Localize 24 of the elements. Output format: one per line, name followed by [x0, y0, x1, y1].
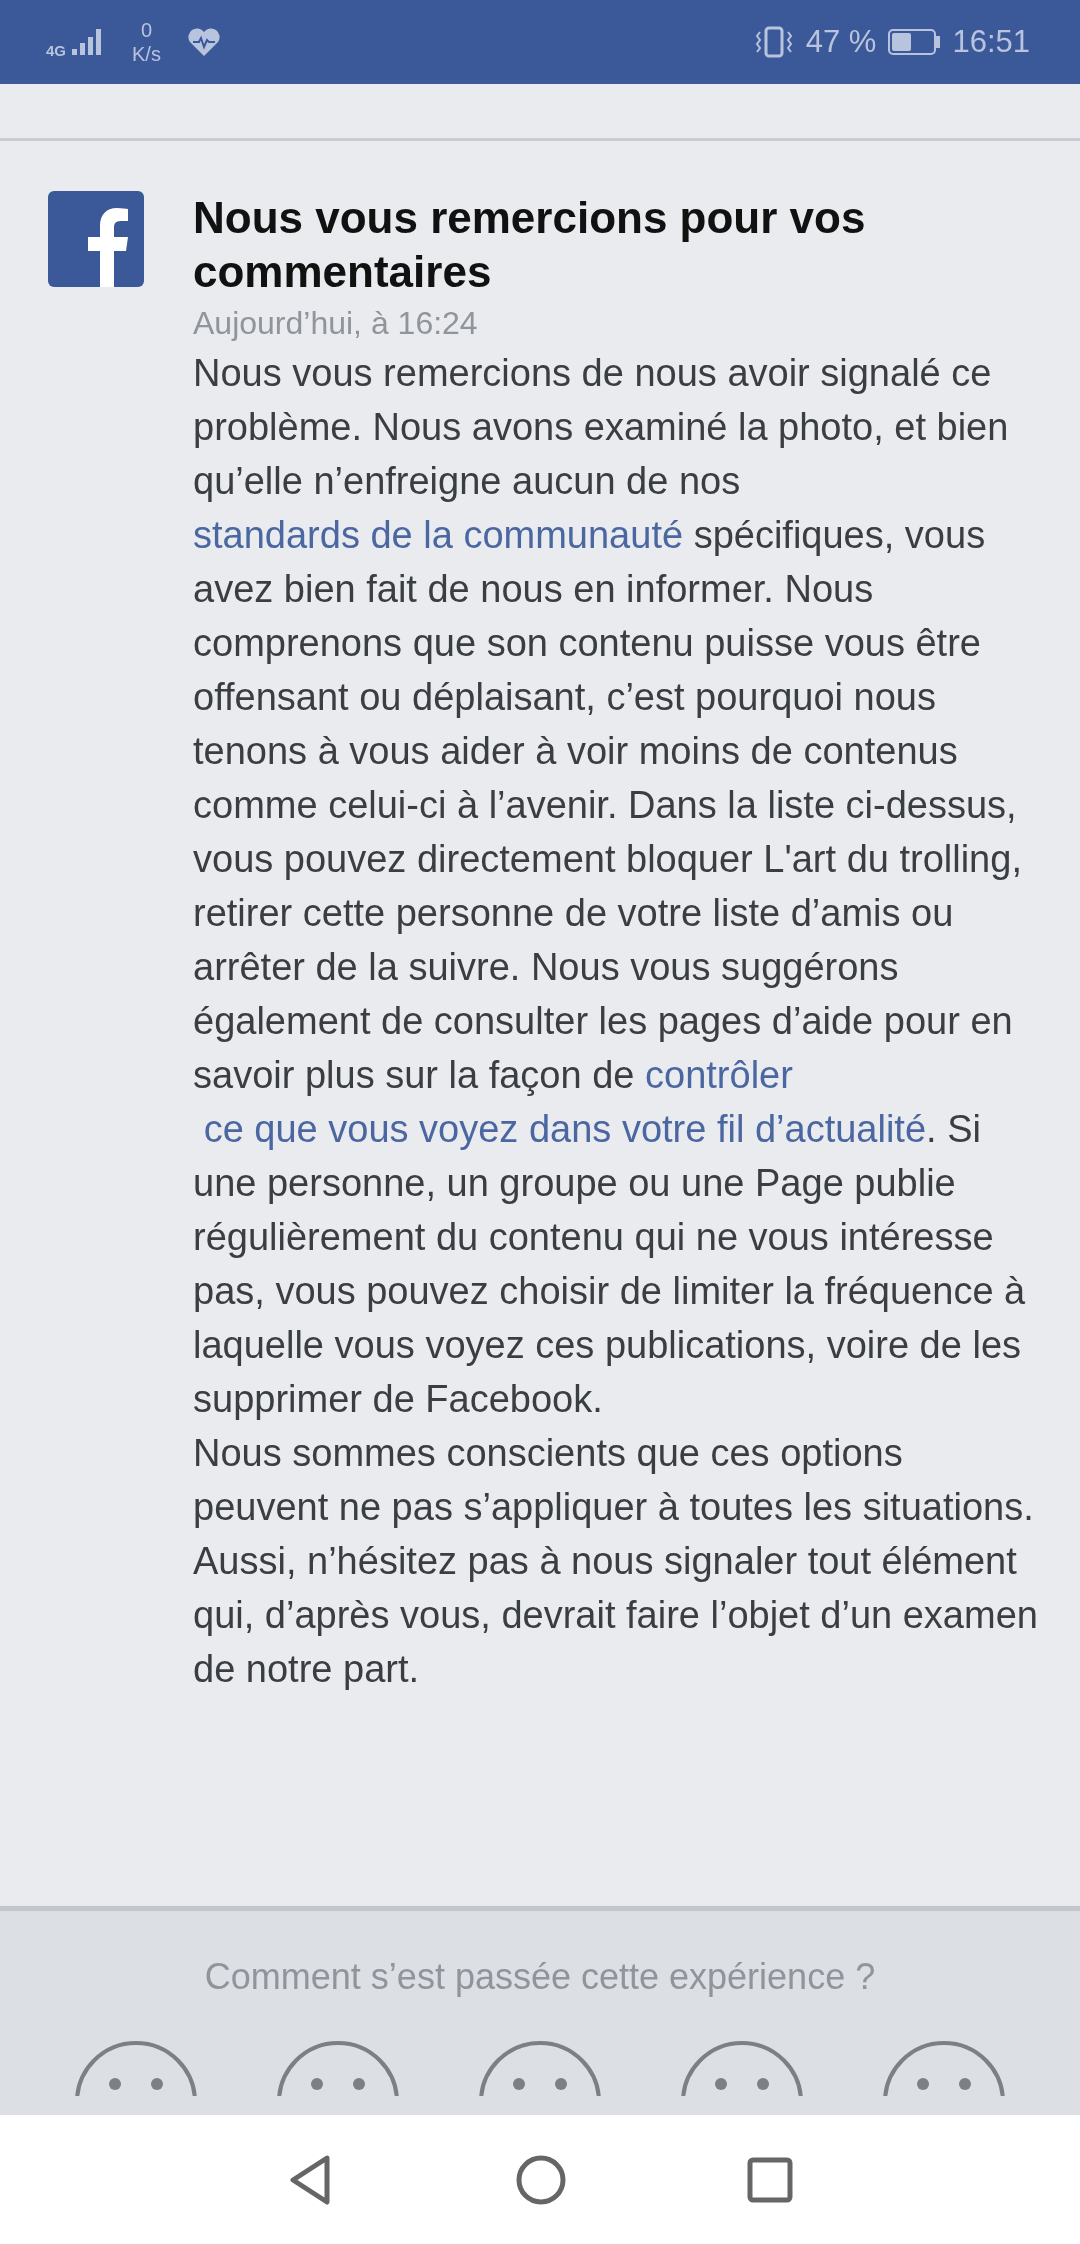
message-paragraph: Nous sommes conscients que ces options peuvent ne pas s’appliquer à toutes les situations. Aussi, n’hésitez pas à nous signaler tout élément qui, d’après vous, devrait faire l’objet d’un examen de notre part.	[193, 1431, 1039, 1692]
facebook-logo-icon	[48, 191, 144, 287]
message-paragraph: Nous vous remercions de nous avoir signalé ce problème. Nous avons examiné la photo, et bien qu’elle n’enfreigne aucun de nos standards de la communauté spécifiques, vous avez bien fait de nous en informer. Nous comprenons que son contenu puisse vous être offensant ou déplaisant, c’est pourquoi nous tenons à vous aider à voir moins de contenus comme celui-ci à l’avenir. Dans la liste ci-dessus, vous pouvez directement bloquer L'art du trolling, retirer cette personne de votre liste d’amis ou arrêter de la suivre. Nous vous suggérons également de consulter les pages d’aide pour en savoir plus sur la façon de contrôler ce que vous voyez dans votre fil d’actualité. Si une personne, un groupe ou une Page publie régulièrement du contenu qui ne vous intéresse pas, vous pouvez choisir de limiter la fréquence à laquelle vous voyez ces publications, voire de les supprimer de Facebook.	[193, 351, 1027, 1422]
face-rating-icon[interactable]	[680, 2040, 804, 2096]
face-rating-icon[interactable]	[882, 2040, 1006, 2096]
speed-unit: K/s	[132, 42, 161, 66]
link[interactable]: ce que vous voyez dans votre fil d’actualité	[203, 1108, 927, 1150]
vibrate-icon	[753, 26, 794, 58]
face-rating-icon[interactable]	[478, 2040, 602, 2096]
message-title: Nous vous remercions pour vos commentaires	[193, 192, 867, 298]
link[interactable]: standards de la communauté	[193, 514, 684, 556]
face-rating-icon[interactable]	[276, 2040, 400, 2096]
heart-icon	[186, 27, 221, 57]
home-icon[interactable]	[515, 2153, 567, 2206]
network-label: 4G	[46, 42, 66, 59]
battery-icon	[888, 29, 941, 55]
clock: 16:51	[952, 24, 1030, 60]
speed-value: 0	[140, 18, 153, 42]
message-time: Aujourd’hui, à 16:24	[193, 305, 479, 342]
link[interactable]: contrôler	[645, 1054, 793, 1096]
battery-percent: 47 %	[805, 24, 877, 60]
face-rating-icon[interactable]	[74, 2040, 198, 2096]
feedback-question: Comment s’est passée cette expérience ?	[204, 1956, 876, 1998]
recents-icon[interactable]	[747, 2156, 793, 2203]
